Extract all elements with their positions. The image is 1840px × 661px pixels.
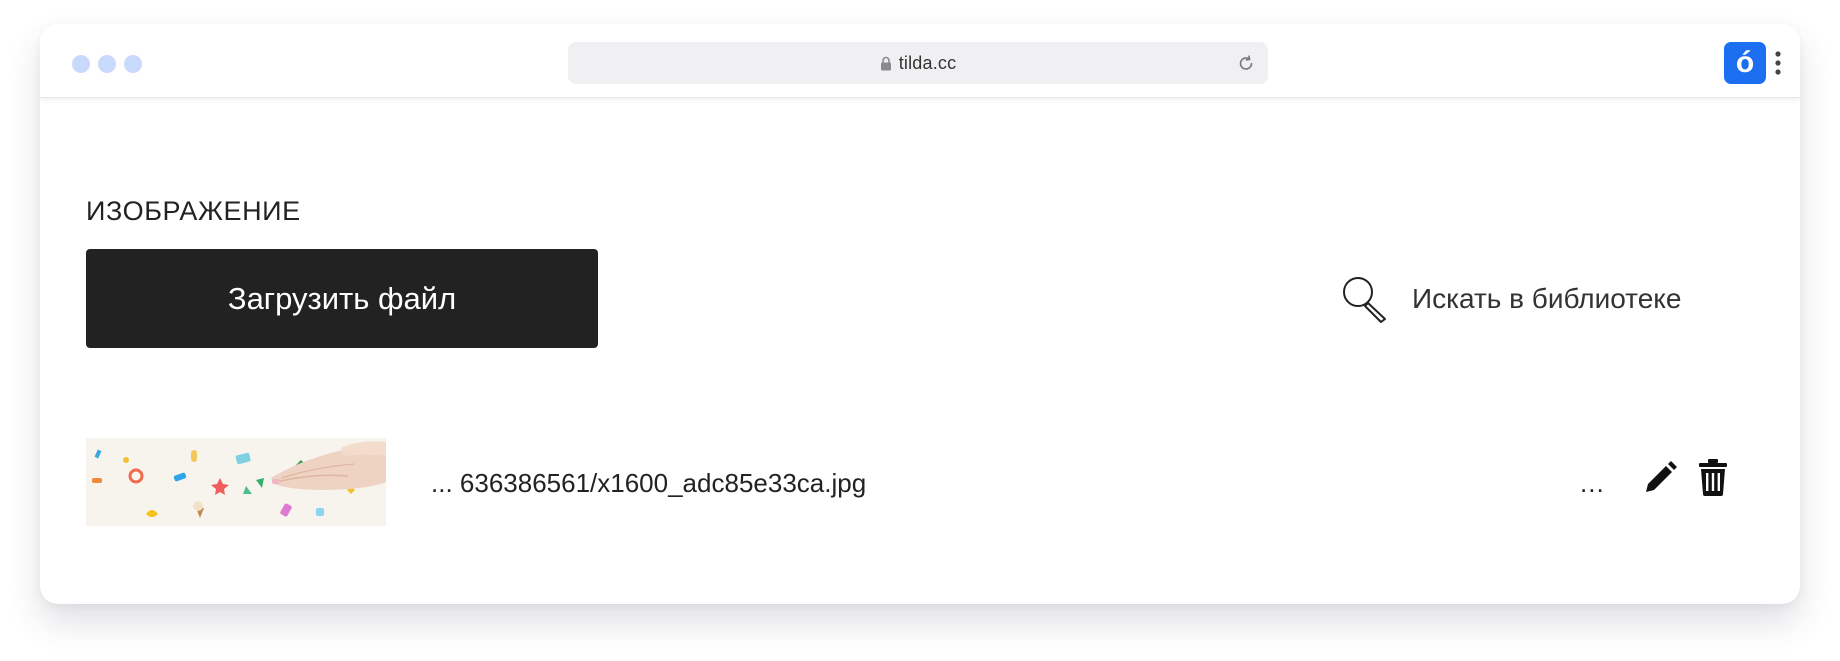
content-area: ИЗОБРАЖЕНИЕ Загрузить файл Искать в библ… — [40, 98, 1800, 604]
url-text: tilda.cc — [898, 52, 957, 73]
search-library-label: Искать в библиотеке — [1412, 283, 1682, 314]
file-name: ... 636386561/x1600_adc85e33ca.jpg — [431, 468, 867, 498]
window-dot-maximize[interactable] — [124, 55, 142, 73]
file-thumbnail — [86, 438, 386, 526]
edit-icon[interactable] — [1642, 460, 1678, 496]
reload-icon[interactable] — [1236, 53, 1256, 73]
window-dot-minimize[interactable] — [98, 55, 116, 73]
address-bar[interactable]: tilda.cc — [568, 42, 1268, 84]
lock-icon — [880, 56, 891, 70]
upload-file-button[interactable]: Загрузить файл — [86, 249, 598, 348]
extension-icon[interactable]: ó — [1724, 42, 1766, 84]
browser-titlebar: tilda.cc ó — [40, 24, 1800, 98]
file-row: ... 636386561/x1600_adc85e33ca.jpg ... — [86, 438, 1746, 526]
extension-letter: ó — [1735, 46, 1755, 79]
more-button[interactable]: ... — [1580, 468, 1605, 499]
trash-icon[interactable] — [1698, 458, 1728, 496]
magnifier-icon — [1343, 277, 1386, 323]
section-title: ИЗОБРАЖЕНИЕ — [86, 196, 301, 226]
browser-window: tilda.cc ó ИЗОБРАЖЕНИЕ Загрузить файл Ис… — [40, 24, 1800, 604]
kebab-icon[interactable] — [1774, 50, 1782, 76]
window-dot-close[interactable] — [72, 55, 90, 73]
search-library-link[interactable]: Искать в библиотеке — [1340, 272, 1681, 326]
thumbnail-image — [86, 438, 386, 526]
upload-file-label: Загрузить файл — [227, 280, 457, 316]
